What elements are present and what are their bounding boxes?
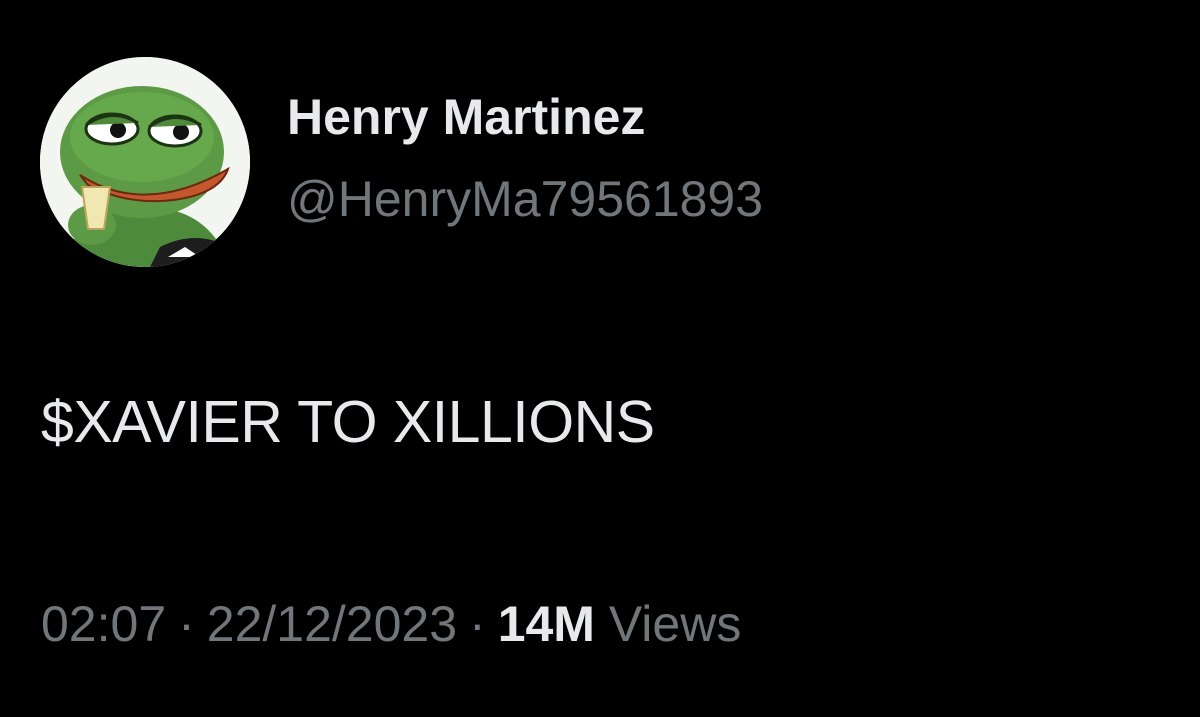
avatar[interactable] — [40, 57, 250, 267]
pepe-frog-avatar-icon — [40, 57, 250, 267]
views-label: Views — [608, 596, 742, 652]
tweet-meta: 02:07 · 22/12/2023 · 14M Views — [41, 595, 741, 653]
author-handle[interactable]: @HenryMa79561893 — [287, 170, 763, 228]
views-count[interactable]: 14M — [498, 596, 595, 652]
tweet-text: $XAVIER TO XILLIONS — [41, 389, 655, 455]
author-display-name[interactable]: Henry Martinez — [287, 88, 645, 146]
meta-separator: · — [469, 596, 486, 652]
tweet-date[interactable]: 22/12/2023 — [207, 596, 457, 652]
meta-separator: · — [178, 596, 195, 652]
tweet-time[interactable]: 02:07 — [41, 596, 166, 652]
tweet-card: Henry Martinez @HenryMa79561893 $XAVIER … — [0, 0, 1200, 717]
